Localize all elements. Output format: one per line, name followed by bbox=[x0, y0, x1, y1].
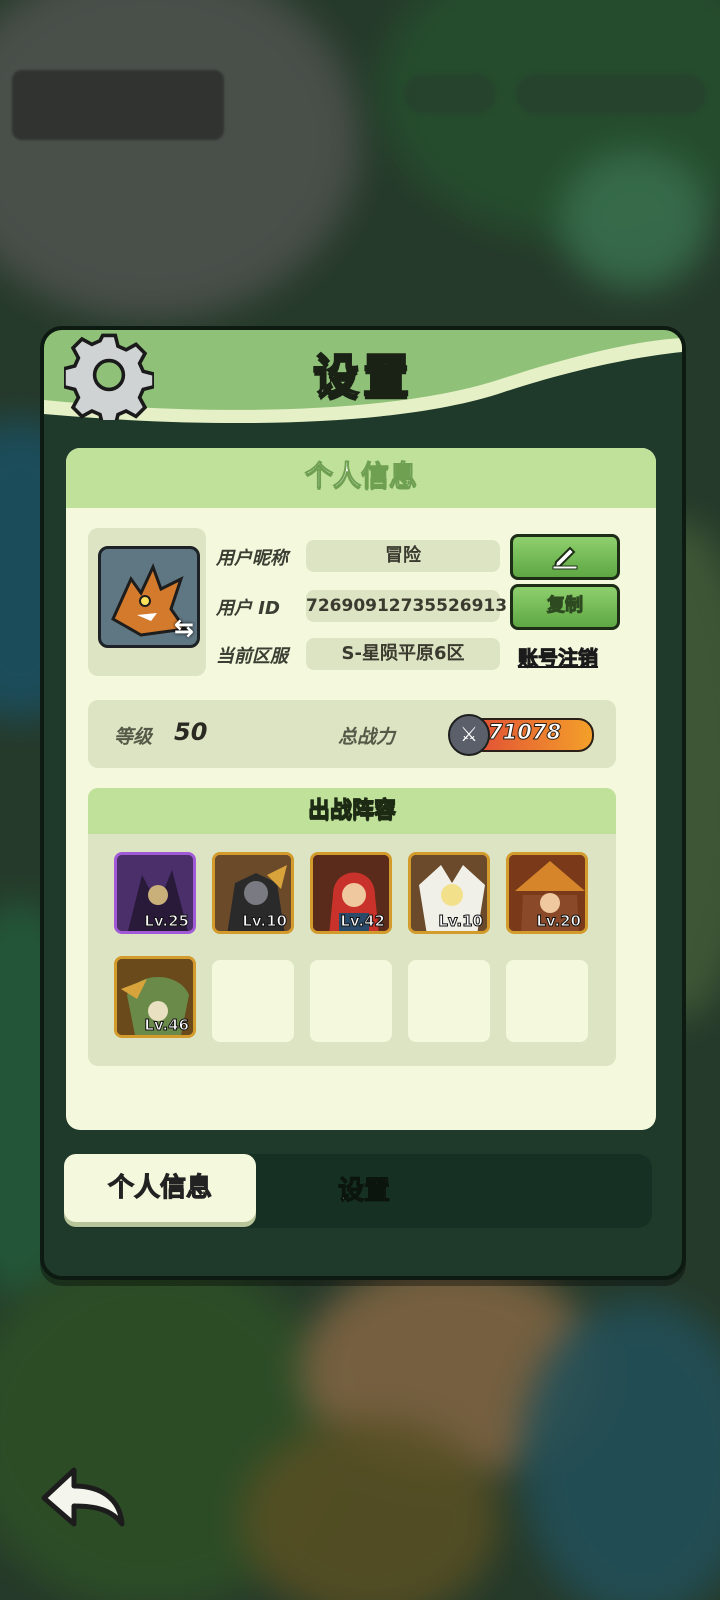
hero-level: Lv.25 bbox=[144, 912, 190, 931]
hero-slot[interactable]: Lv.42 bbox=[310, 852, 392, 934]
server-label: 当前区服 bbox=[216, 646, 288, 667]
server-value: S-星陨平原6区 bbox=[306, 638, 500, 670]
user-id-value: 72690912735526913 bbox=[306, 590, 507, 622]
copy-id-button[interactable]: 复制 bbox=[510, 584, 620, 630]
settings-panel: 设置 个人信息 ⇆ 用户昵称 冒险 用户 ID 7269091273552691… bbox=[40, 326, 686, 1280]
pencil-icon bbox=[552, 546, 578, 570]
battle-lineup: 出战阵容 Lv.25 Lv.10 Lv.42 Lv.10 Lv.20 Lv.46 bbox=[88, 788, 616, 1066]
hero-level: Lv.10 bbox=[438, 912, 484, 931]
back-arrow-icon bbox=[41, 1467, 125, 1527]
resource-counter-blurred bbox=[404, 74, 496, 114]
section-header: 个人信息 bbox=[66, 448, 656, 508]
hero-level: Lv.42 bbox=[340, 912, 386, 931]
tab-settings[interactable]: 设置 bbox=[284, 1154, 444, 1228]
edit-nickname-button[interactable] bbox=[510, 534, 620, 580]
hero-slot[interactable]: Lv.46 bbox=[114, 956, 196, 1038]
nickname-label: 用户昵称 bbox=[216, 548, 288, 569]
cancel-account-link[interactable]: 账号注销 bbox=[518, 642, 599, 671]
empty-hero-slot[interactable] bbox=[310, 960, 392, 1042]
back-button[interactable] bbox=[38, 1462, 128, 1534]
hero-slot[interactable]: Lv.10 bbox=[212, 852, 294, 934]
power-label: 总战力 bbox=[338, 726, 396, 748]
swap-icon[interactable]: ⇆ bbox=[174, 614, 204, 644]
level-label: 等级 bbox=[114, 726, 153, 748]
lineup-title: 出战阵容 bbox=[88, 788, 616, 834]
panel-title: 设置 bbox=[312, 348, 413, 404]
user-id-label: 用户 ID bbox=[216, 598, 280, 619]
hero-slot[interactable]: Lv.20 bbox=[506, 852, 588, 934]
stats-bar: 等级 50 总战力 ⚔ 71078 bbox=[88, 700, 616, 768]
crossed-swords-icon: ⚔ bbox=[448, 714, 490, 756]
hero-slot[interactable]: Lv.10 bbox=[408, 852, 490, 934]
panel-tabs: 个人信息 设置 bbox=[64, 1154, 652, 1228]
hero-slot[interactable]: Lv.25 bbox=[114, 852, 196, 934]
hero-level: Lv.10 bbox=[242, 912, 288, 931]
empty-hero-slot[interactable] bbox=[408, 960, 490, 1042]
player-hud-blurred bbox=[12, 70, 224, 140]
resource-counter-blurred bbox=[516, 74, 706, 114]
profile-content: 个人信息 ⇆ 用户昵称 冒险 用户 ID 72690912735526913 复… bbox=[66, 448, 656, 1130]
hero-level: Lv.46 bbox=[144, 1016, 190, 1035]
empty-hero-slot[interactable] bbox=[506, 960, 588, 1042]
nickname-value: 冒险 bbox=[306, 540, 500, 572]
avatar-container[interactable]: ⇆ bbox=[88, 528, 206, 676]
level-value: 50 bbox=[174, 718, 208, 746]
power-display: ⚔ 71078 bbox=[448, 714, 598, 756]
section-title: 个人信息 bbox=[304, 459, 417, 493]
hero-level: Lv.20 bbox=[536, 912, 582, 931]
tab-profile[interactable]: 个人信息 bbox=[64, 1154, 256, 1222]
panel-header: 设置 bbox=[44, 330, 682, 430]
power-value: 71078 bbox=[487, 720, 562, 745]
empty-hero-slot[interactable] bbox=[212, 960, 294, 1042]
